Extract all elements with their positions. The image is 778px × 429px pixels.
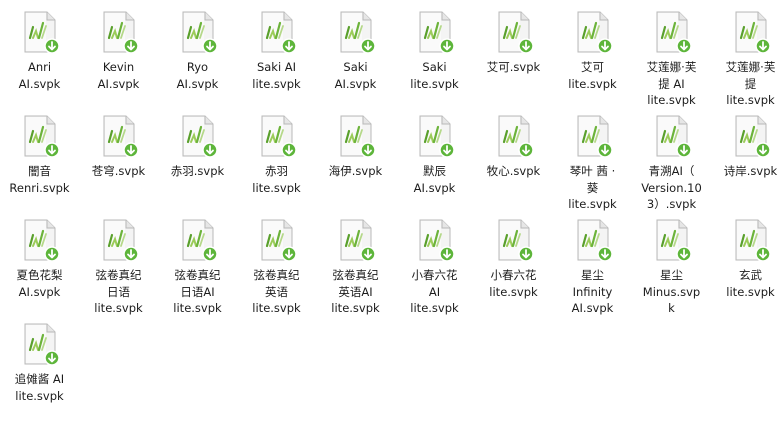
file-item[interactable]: 海伊.svpk	[316, 114, 395, 218]
file-name-label: Saki lite.svpk	[410, 60, 459, 91]
file-item[interactable]: 小春六花 AI lite.svpk	[395, 218, 474, 322]
file-name-label: 苍穹.svpk	[91, 164, 146, 178]
file-name-label: 艾莲娜·芙 提 lite.svpk	[725, 60, 776, 107]
svpk-file-icon	[261, 11, 297, 54]
file-item[interactable]: 苍穹.svpk	[79, 114, 158, 218]
file-name-label: 弦卷真纪 英语AI lite.svpk	[331, 268, 380, 315]
file-name-label: 青溯AI（ Version.10 3）.svpk	[641, 164, 702, 211]
file-item[interactable]: 赤羽 lite.svpk	[237, 114, 316, 218]
file-name-label: 小春六花 lite.svpk	[489, 268, 538, 299]
file-item[interactable]: 弦卷真纪 英语 lite.svpk	[237, 218, 316, 322]
file-name-label: 艾可.svpk	[486, 60, 541, 74]
file-item[interactable]: 艾莲娜·芙 提 AI lite.svpk	[632, 10, 711, 114]
file-item[interactable]: 夏色花梨 AI.svpk	[0, 218, 79, 322]
file-item[interactable]: Anri AI.svpk	[0, 10, 79, 114]
file-name-label: 诗岸.svpk	[723, 164, 778, 178]
file-item[interactable]: 弦卷真纪 英语AI lite.svpk	[316, 218, 395, 322]
file-name-label: 星尘 Infinity AI.svpk	[571, 268, 614, 315]
svpk-file-icon	[656, 115, 692, 158]
file-item[interactable]: 弦卷真纪 日语 lite.svpk	[79, 218, 158, 322]
file-name-label: 艾莲娜·芙 提 AI lite.svpk	[646, 60, 697, 107]
file-item[interactable]: 弦卷真纪 日语AI lite.svpk	[158, 218, 237, 322]
svpk-file-icon	[498, 219, 534, 262]
svpk-file-icon	[656, 11, 692, 54]
file-name-label: 海伊.svpk	[328, 164, 383, 178]
svpk-file-icon	[103, 11, 139, 54]
svpk-file-icon	[419, 115, 455, 158]
svpk-file-icon	[419, 11, 455, 54]
svpk-file-icon	[340, 11, 376, 54]
file-item[interactable]: 琴叶 茜 · 葵 lite.svpk	[553, 114, 632, 218]
svpk-file-icon	[577, 219, 613, 262]
file-item[interactable]: 小春六花 lite.svpk	[474, 218, 553, 322]
svpk-file-icon	[103, 115, 139, 158]
file-grid: Anri AI.svpk Kevin AI.svpk Ryo AI.svpk S…	[0, 0, 778, 426]
svpk-file-icon	[735, 219, 771, 262]
file-name-label: 艾可 lite.svpk	[568, 60, 617, 91]
file-item[interactable]: Saki AI lite.svpk	[237, 10, 316, 114]
file-name-label: 追傩酱 AI lite.svpk	[14, 372, 65, 403]
file-name-label: 小春六花 AI lite.svpk	[410, 268, 459, 315]
svpk-file-icon	[340, 219, 376, 262]
svpk-file-icon	[182, 115, 218, 158]
svpk-file-icon	[24, 11, 60, 54]
file-item[interactable]: 牧心.svpk	[474, 114, 553, 218]
file-name-label: 默辰 AI.svpk	[413, 164, 456, 195]
svpk-file-icon	[577, 11, 613, 54]
file-item[interactable]: 艾可.svpk	[474, 10, 553, 114]
file-name-label: 弦卷真纪 日语AI lite.svpk	[173, 268, 222, 315]
file-item[interactable]: Kevin AI.svpk	[79, 10, 158, 114]
file-name-label: 夏色花梨 AI.svpk	[16, 268, 63, 299]
file-name-label: Kevin AI.svpk	[97, 60, 140, 91]
file-name-label: 赤羽 lite.svpk	[252, 164, 301, 195]
svpk-file-icon	[24, 219, 60, 262]
file-item[interactable]: 诗岸.svpk	[711, 114, 778, 218]
svpk-file-icon	[577, 115, 613, 158]
file-name-label: 闇音 Renri.svpk	[9, 164, 70, 195]
file-item[interactable]: 默辰 AI.svpk	[395, 114, 474, 218]
svpk-file-icon	[261, 115, 297, 158]
file-name-label: Saki AI.svpk	[334, 60, 377, 91]
svpk-file-icon	[24, 323, 60, 366]
file-name-label: 赤羽.svpk	[170, 164, 225, 178]
svpk-file-icon	[735, 115, 771, 158]
file-name-label: Ryo AI.svpk	[176, 60, 219, 91]
file-item[interactable]: 星尘 Infinity AI.svpk	[553, 218, 632, 322]
svpk-file-icon	[419, 219, 455, 262]
file-name-label: Saki AI lite.svpk	[252, 60, 301, 91]
file-item[interactable]: 星尘 Minus.svp k	[632, 218, 711, 322]
file-name-label: Anri AI.svpk	[18, 60, 61, 91]
svpk-file-icon	[24, 115, 60, 158]
file-name-label: 弦卷真纪 日语 lite.svpk	[94, 268, 143, 315]
file-name-label: 琴叶 茜 · 葵 lite.svpk	[568, 164, 617, 211]
svpk-file-icon	[656, 219, 692, 262]
file-item[interactable]: 赤羽.svpk	[158, 114, 237, 218]
file-name-label: 牧心.svpk	[486, 164, 541, 178]
svpk-file-icon	[103, 219, 139, 262]
svpk-file-icon	[498, 115, 534, 158]
svpk-file-icon	[498, 11, 534, 54]
svpk-file-icon	[182, 219, 218, 262]
file-item[interactable]: 闇音 Renri.svpk	[0, 114, 79, 218]
svpk-file-icon	[340, 115, 376, 158]
file-item[interactable]: 艾可 lite.svpk	[553, 10, 632, 114]
file-item[interactable]: 玄武 lite.svpk	[711, 218, 778, 322]
file-item[interactable]: 追傩酱 AI lite.svpk	[0, 322, 79, 426]
svpk-file-icon	[182, 11, 218, 54]
file-item[interactable]: Ryo AI.svpk	[158, 10, 237, 114]
file-name-label: 弦卷真纪 英语 lite.svpk	[252, 268, 301, 315]
file-name-label: 玄武 lite.svpk	[726, 268, 775, 299]
file-name-label: 星尘 Minus.svp k	[642, 268, 701, 315]
svpk-file-icon	[735, 11, 771, 54]
file-item[interactable]: 青溯AI（ Version.10 3）.svpk	[632, 114, 711, 218]
svpk-file-icon	[261, 219, 297, 262]
file-item[interactable]: Saki lite.svpk	[395, 10, 474, 114]
file-item[interactable]: Saki AI.svpk	[316, 10, 395, 114]
file-item[interactable]: 艾莲娜·芙 提 lite.svpk	[711, 10, 778, 114]
